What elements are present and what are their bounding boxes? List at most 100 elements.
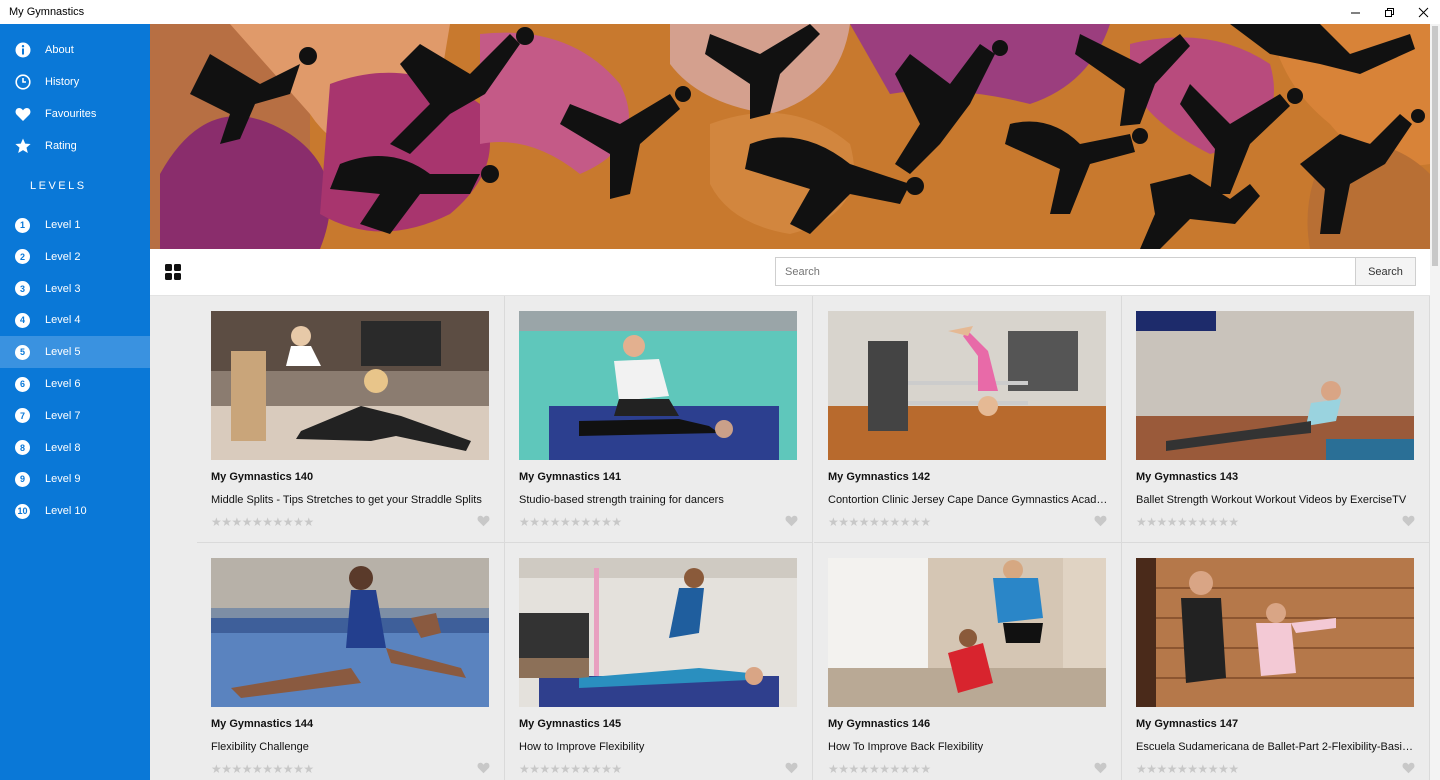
sidebar-item-level-5[interactable]: 5 Level 5 bbox=[0, 336, 150, 369]
video-title[interactable]: My Gymnastics 146 bbox=[828, 718, 930, 730]
video-grid: My Gymnastics 140 Middle Splits - Tips St… bbox=[150, 296, 1430, 780]
video-description: How To Improve Back Flexibility bbox=[828, 741, 984, 753]
video-description: Studio-based strength training for dance… bbox=[519, 494, 724, 506]
rating-stars[interactable]: ★★★★★★★★★★ bbox=[828, 762, 931, 776]
sidebar: About History Favourites Rating LEVELS 1… bbox=[0, 24, 150, 780]
toolbar: Search bbox=[150, 249, 1430, 296]
level-number: 8 bbox=[15, 440, 30, 456]
video-description: How to Improve Flexibility bbox=[519, 741, 645, 753]
video-description: Ballet Strength Workout Workout Videos b… bbox=[1136, 494, 1407, 506]
video-card[interactable]: My Gymnastics 144 Flexibility Challenge ★★… bbox=[197, 543, 505, 780]
level-number-icon: 5 bbox=[14, 344, 31, 361]
video-title[interactable]: My Gymnastics 145 bbox=[519, 718, 621, 730]
minimize-button[interactable] bbox=[1338, 0, 1372, 24]
close-button[interactable] bbox=[1406, 0, 1440, 24]
favourite-heart-icon[interactable] bbox=[1402, 515, 1415, 527]
video-title[interactable]: My Gymnastics 142 bbox=[828, 471, 930, 483]
window-title: My Gymnastics bbox=[9, 6, 85, 18]
level-number: 7 bbox=[15, 408, 30, 424]
favourite-heart-icon[interactable] bbox=[785, 515, 798, 527]
video-thumbnail[interactable] bbox=[1136, 311, 1414, 460]
level-number-icon: 1 bbox=[14, 217, 31, 234]
sidebar-item-level-8[interactable]: 8 Level 8 bbox=[0, 432, 150, 464]
rating-stars[interactable]: ★★★★★★★★★★ bbox=[519, 762, 622, 776]
level-number-icon: 9 bbox=[14, 471, 31, 488]
video-card[interactable]: My Gymnastics 143 Ballet Strength Workout… bbox=[1122, 296, 1430, 543]
close-icon bbox=[1418, 7, 1428, 17]
video-title[interactable]: My Gymnastics 147 bbox=[1136, 718, 1238, 730]
video-card[interactable]: My Gymnastics 145 How to Improve Flexibil… bbox=[505, 543, 813, 780]
video-thumbnail[interactable] bbox=[519, 558, 797, 707]
sidebar-item-level-4[interactable]: 4 Level 4 bbox=[0, 304, 150, 336]
video-thumbnail[interactable] bbox=[211, 558, 489, 707]
sidebar-item-label: Favourites bbox=[45, 108, 97, 120]
sidebar-item-level-7[interactable]: 7 Level 7 bbox=[0, 400, 150, 432]
restore-button[interactable] bbox=[1372, 0, 1406, 24]
sidebar-item-label: About bbox=[45, 44, 74, 56]
search-input[interactable] bbox=[775, 257, 1356, 286]
rating-stars[interactable]: ★★★★★★★★★★ bbox=[1136, 515, 1239, 529]
favourite-heart-icon[interactable] bbox=[1094, 762, 1107, 774]
minimize-icon bbox=[1350, 12, 1360, 13]
sidebar-item-level-6[interactable]: 6 Level 6 bbox=[0, 368, 150, 400]
sidebar-item-level-2[interactable]: 2 Level 2 bbox=[0, 241, 150, 273]
sidebar-item-label: Level 4 bbox=[45, 314, 81, 327]
video-card[interactable]: My Gymnastics 147 Escuela Sudamericana de… bbox=[1122, 543, 1430, 780]
video-card[interactable]: My Gymnastics 146 How To Improve Back Fle… bbox=[814, 543, 1122, 780]
sidebar-item-about[interactable]: About bbox=[0, 34, 150, 66]
video-title[interactable]: My Gymnastics 144 bbox=[211, 718, 313, 730]
video-thumbnail[interactable] bbox=[211, 311, 489, 460]
vertical-scrollbar[interactable] bbox=[1430, 24, 1440, 780]
favourite-heart-icon[interactable] bbox=[785, 762, 798, 774]
favourite-heart-icon[interactable] bbox=[477, 515, 490, 527]
video-description: Escuela Sudamericana de Ballet-Part 2-Fl… bbox=[1136, 741, 1416, 753]
banner-image bbox=[150, 24, 1430, 249]
sidebar-item-history[interactable]: History bbox=[0, 66, 150, 98]
sidebar-item-level-9[interactable]: 9 Level 9 bbox=[0, 463, 150, 495]
sidebar-item-label: Level 2 bbox=[45, 250, 81, 263]
video-card[interactable]: My Gymnastics 140 Middle Splits - Tips St… bbox=[197, 296, 505, 543]
rating-stars[interactable]: ★★★★★★★★★★ bbox=[1136, 762, 1239, 776]
video-title[interactable]: My Gymnastics 140 bbox=[211, 471, 313, 483]
level-number: 5 bbox=[15, 344, 30, 360]
favourite-heart-icon[interactable] bbox=[1402, 762, 1415, 774]
sidebar-item-label: Level 1 bbox=[45, 219, 81, 231]
scrollbar-thumb[interactable] bbox=[1432, 26, 1438, 266]
level-number: 4 bbox=[15, 312, 30, 328]
video-title[interactable]: My Gymnastics 143 bbox=[1136, 471, 1238, 483]
level-number: 6 bbox=[15, 376, 30, 392]
level-number-icon: 8 bbox=[14, 439, 31, 456]
video-description: Flexibility Challenge bbox=[211, 741, 309, 753]
level-number: 1 bbox=[15, 217, 30, 233]
level-number-icon: 4 bbox=[14, 312, 31, 329]
video-thumbnail[interactable] bbox=[1136, 558, 1414, 707]
video-thumbnail[interactable] bbox=[519, 311, 797, 460]
sidebar-item-favourites[interactable]: Favourites bbox=[0, 98, 150, 130]
level-number: 2 bbox=[15, 249, 30, 265]
rating-stars[interactable]: ★★★★★★★★★★ bbox=[211, 515, 314, 529]
sidebar-item-label: Level 5 bbox=[45, 346, 81, 359]
grid-view-icon[interactable] bbox=[165, 264, 181, 280]
heart-icon bbox=[14, 106, 31, 123]
video-thumbnail[interactable] bbox=[828, 558, 1106, 707]
level-number: 10 bbox=[15, 503, 30, 519]
video-card[interactable]: My Gymnastics 142 Contortion Clinic Jerse… bbox=[814, 296, 1122, 543]
levels-heading: LEVELS bbox=[30, 180, 87, 192]
favourite-heart-icon[interactable] bbox=[1094, 515, 1107, 527]
level-number-icon: 7 bbox=[14, 407, 31, 424]
rating-stars[interactable]: ★★★★★★★★★★ bbox=[211, 762, 314, 776]
favourite-heart-icon[interactable] bbox=[477, 762, 490, 774]
rating-stars[interactable]: ★★★★★★★★★★ bbox=[519, 515, 622, 529]
sidebar-item-level-3[interactable]: 3 Level 3 bbox=[0, 273, 150, 305]
sidebar-item-level-10[interactable]: 10 Level 10 bbox=[0, 495, 150, 527]
search-button[interactable]: Search bbox=[1355, 257, 1416, 286]
video-thumbnail[interactable] bbox=[828, 311, 1106, 460]
video-card[interactable]: My Gymnastics 141 Studio-based strength t… bbox=[505, 296, 813, 543]
sidebar-item-level-1[interactable]: 1 Level 1 bbox=[0, 209, 150, 241]
video-description: Contortion Clinic Jersey Cape Dance Gymn… bbox=[828, 494, 1108, 506]
rating-stars[interactable]: ★★★★★★★★★★ bbox=[828, 515, 931, 529]
sidebar-item-rating[interactable]: Rating bbox=[0, 130, 150, 162]
sidebar-item-label: Level 9 bbox=[45, 473, 81, 486]
info-icon bbox=[14, 42, 31, 59]
video-title[interactable]: My Gymnastics 141 bbox=[519, 471, 621, 483]
